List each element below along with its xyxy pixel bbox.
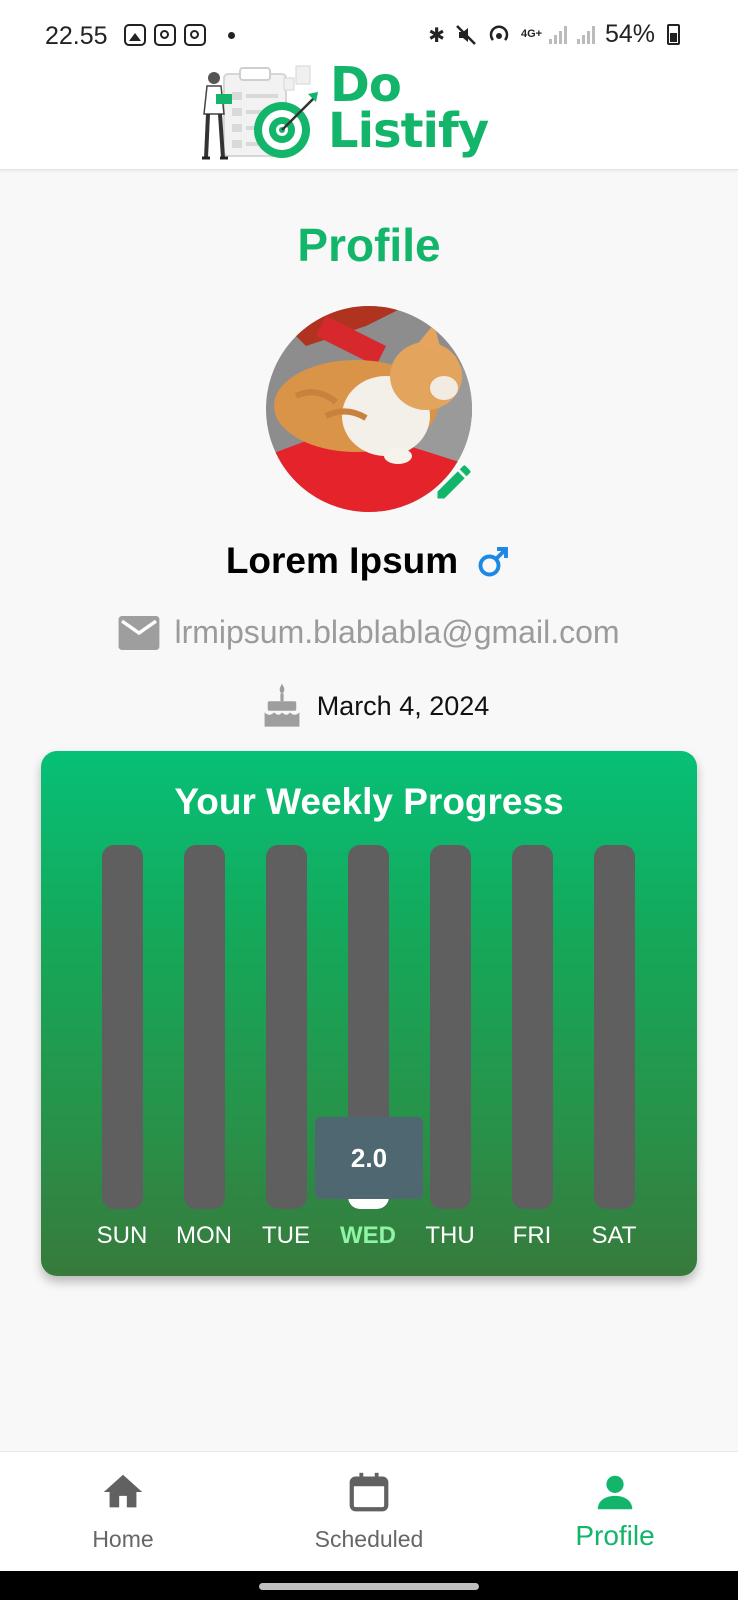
gesture-bar <box>0 1571 738 1600</box>
gallery-notification-icon <box>124 24 146 46</box>
day-label-mon: MON <box>176 1222 232 1249</box>
nav-scheduled[interactable]: Scheduled <box>246 1452 492 1572</box>
system-status-icons: ✱ 4G+ 54% <box>428 20 680 49</box>
nav-profile[interactable]: Profile <box>492 1452 738 1572</box>
user-name: Lorem Ipsum <box>225 540 459 581</box>
logo-do: Do <box>330 57 402 113</box>
status-time: 22.55 <box>45 22 108 50</box>
bluetooth-icon: ✱ <box>428 22 445 47</box>
day-label-wed: WED <box>340 1222 396 1249</box>
day-label-thu: THU <box>425 1222 475 1249</box>
home-gesture-handle[interactable] <box>259 1583 479 1590</box>
battery-percent: 54% <box>604 20 655 48</box>
name-row: Lorem Ipsum <box>0 540 738 582</box>
weekly-progress-chart: 2.0 SUN MON TUE WED THU FRI SAT <box>41 845 697 1249</box>
more-notifications-dot-icon <box>228 31 235 39</box>
bar-fri[interactable] <box>511 845 553 1209</box>
hotspot-icon <box>489 24 509 41</box>
value-tooltip: 2.0 <box>315 1117 423 1199</box>
battery-icon <box>667 24 680 45</box>
nav-profile-label: Profile <box>575 1520 655 1551</box>
male-icon <box>478 547 509 577</box>
instagram-notification-icon <box>184 24 206 46</box>
bar-tue[interactable] <box>265 845 307 1209</box>
day-label-sat: SAT <box>591 1222 637 1249</box>
signal-icon <box>576 25 595 44</box>
bar-mon[interactable] <box>183 845 225 1209</box>
home-icon <box>103 1474 143 1508</box>
weekly-progress-title: Your Weekly Progress <box>174 781 564 822</box>
day-label-sun: SUN <box>96 1222 148 1249</box>
bar-thu[interactable] <box>429 845 471 1209</box>
nav-home[interactable]: Home <box>0 1452 246 1572</box>
email-row: lrmipsum.blablabla@gmail.com <box>0 614 738 651</box>
cake-icon <box>264 683 300 727</box>
nav-home-label: Home <box>92 1526 154 1552</box>
birthdate-row: March 4, 2024 <box>0 683 738 729</box>
instagram-notification-icon <box>154 24 176 46</box>
day-label-fri: FRI <box>512 1222 552 1249</box>
mute-icon <box>456 24 476 45</box>
app-logo: Do Listify <box>328 57 489 159</box>
bar-sun[interactable] <box>101 845 143 1209</box>
weekly-progress-card: Your Weekly Progress 2.0 SUN MON TUE WED THU… <box>41 751 697 1276</box>
signal-icon <box>548 25 567 44</box>
status-bar: 22.55 ✱ 4G+ 54% <box>0 0 738 60</box>
page-title: Profile <box>297 219 441 271</box>
mail-icon <box>119 615 160 650</box>
bottom-nav: Home Scheduled Profile <box>0 1451 738 1571</box>
calendar-icon <box>349 1472 389 1512</box>
user-birthdate: March 4, 2024 <box>316 690 490 721</box>
day-label-tue: TUE <box>262 1222 310 1249</box>
logo-listify: Listify <box>328 103 489 159</box>
notification-icons <box>124 24 235 46</box>
bar-sat[interactable] <box>593 845 635 1209</box>
nav-scheduled-label: Scheduled <box>314 1526 424 1552</box>
user-email: lrmipsum.blablabla@gmail.com <box>174 614 620 650</box>
network-type: 4G+ <box>520 28 543 40</box>
logo-illustration-icon <box>202 65 318 160</box>
person-icon <box>597 1475 633 1510</box>
edit-avatar-pencil-icon[interactable] <box>432 460 476 504</box>
app-header: Do Listify <box>0 60 738 170</box>
